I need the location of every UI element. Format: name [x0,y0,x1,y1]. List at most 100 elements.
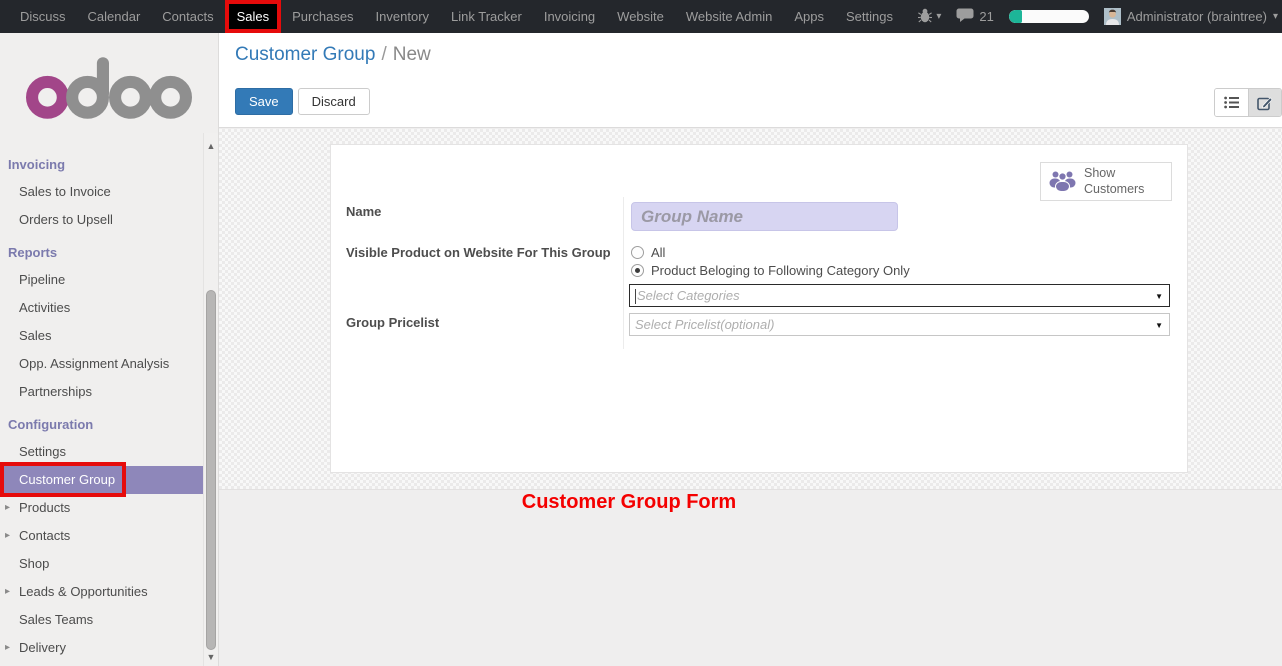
sidebar-item-pipeline[interactable]: Pipeline [0,266,204,294]
nav-item-purchases[interactable]: Purchases [281,0,364,33]
sidebar-item-label: Shop [19,556,49,571]
chevron-down-icon: ▾ [936,11,941,22]
nav-item-apps[interactable]: Apps [783,0,835,33]
visibility-radio-group: All Product Beloging to Following Categor… [631,243,910,279]
pricelist-select[interactable]: Select Pricelist(optional) ▼ [629,313,1170,336]
avatar [1104,8,1121,25]
sidebar-item-label: Products [19,500,70,515]
radio-selected-icon [631,264,644,277]
sidebar-item-label: Sales [19,328,52,343]
breadcrumb-parent[interactable]: Customer Group [235,44,375,65]
group-name-input[interactable] [631,202,898,231]
sidebar-section-configuration: Configuration [0,412,218,438]
scroll-up-icon[interactable]: ▲ [204,139,218,153]
sidebar-item-orders-to-upsell[interactable]: Orders to Upsell [0,206,204,234]
discard-button[interactable]: Discard [298,88,370,115]
nav-item-inventory[interactable]: Inventory [365,0,440,33]
sidebar-item-label: Sales to Invoice [19,184,111,199]
sidebar-item-activities[interactable]: Activities [0,294,204,322]
sidebar-item-contacts[interactable]: ▸ Contacts [0,522,204,550]
sidebar-item-shop[interactable]: Shop [0,550,204,578]
show-customers-label: Show Customers [1084,166,1154,197]
customer-group-form-card: Show Customers Name Visible Product on W… [330,144,1188,473]
user-menu[interactable]: Administrator (braintree) ▾ [1104,8,1278,25]
sidebar-item-products[interactable]: ▸ Products [0,494,204,522]
debug-menu[interactable]: ▾ [918,8,941,26]
nav-item-settings[interactable]: Settings [835,0,904,33]
sidebar-item-label: Orders to Upsell [19,212,113,227]
pricelist-placeholder: Select Pricelist(optional) [635,317,774,332]
nav-item-calendar[interactable]: Calendar [77,0,152,33]
sidebar-item-opp-assignment-analysis[interactable]: Opp. Assignment Analysis [0,350,204,378]
scroll-down-icon[interactable]: ▼ [204,650,218,664]
progress-bar [1009,10,1089,23]
dropdown-caret-icon: ▼ [1155,292,1163,301]
radio-unselected-icon [631,246,644,259]
sidebar-section-reports: Reports [0,240,218,266]
sidebar-item-label: Sales Teams [19,612,93,627]
categories-placeholder: Select Categories [637,288,740,303]
radio-label: All [651,245,665,260]
view-switcher [1214,88,1282,117]
odoo-logo [0,33,218,124]
edit-form-icon [1257,95,1273,111]
sidebar-item-label: Contacts [19,528,70,543]
nav-item-sales[interactable]: Sales [225,0,282,33]
pricelist-field-label: Group Pricelist [346,315,439,330]
control-panel: Customer Group/New Save Discard [219,33,1282,128]
main-area: Customer Group/New Save Discard [219,33,1282,666]
categories-select[interactable]: Select Categories ▼ [629,284,1170,307]
sidebar-item-label: Delivery [19,640,66,655]
messages-menu[interactable]: 21 [956,8,993,26]
form-view-button[interactable] [1248,89,1281,116]
nav-item-discuss[interactable]: Discuss [9,0,77,33]
show-customers-button[interactable]: Show Customers [1040,162,1172,201]
sidebar-item-leads-opportunities[interactable]: ▸Leads & Opportunities [0,578,204,606]
radio-label: Product Beloging to Following Category O… [651,263,910,278]
list-view-button[interactable] [1215,89,1248,116]
breadcrumb: Customer Group/New [235,44,431,66]
progress-fill [1009,10,1023,23]
sidebar-item-sales[interactable]: Sales [0,322,204,350]
visibility-field-label: Visible Product on Website For This Grou… [346,245,611,260]
nav-item-link-tracker[interactable]: Link Tracker [440,0,533,33]
radio-option-product-beloging-to-following-category-only[interactable]: Product Beloging to Following Category O… [631,261,910,279]
customers-group-icon [1049,169,1076,195]
navbar-right: ▾ 21 Administrator (braintree) [918,0,1282,33]
radio-option-all[interactable]: All [631,243,910,261]
top-navbar: DiscussCalendarContactsSalesPurchasesInv… [0,0,1282,33]
sidebar-item-sales-to-invoice[interactable]: Sales to Invoice [0,178,204,206]
sidebar-section-invoicing: Invoicing [0,152,218,178]
sidebar-item-delivery[interactable]: ▸Delivery [0,634,204,662]
sidebar-item-label: Partnerships [19,384,92,399]
sidebar-item-settings[interactable]: Settings [0,438,204,466]
breadcrumb-current: New [393,44,431,65]
sidebar-scrollbar[interactable]: ▲ ▼ [203,133,218,666]
expand-arrow-icon: ▸ [5,494,10,522]
sidebar-item-customer-group[interactable]: Customer Group [0,466,204,494]
top-menu: DiscussCalendarContactsSalesPurchasesInv… [0,0,904,33]
scrollbar-thumb[interactable] [206,290,216,650]
sidebar-item-label: Settings [19,444,66,459]
nav-item-invoicing[interactable]: Invoicing [533,0,606,33]
messages-count: 21 [979,9,993,24]
page-bottom-area: Customer Group Form [219,489,1282,666]
nav-item-website[interactable]: Website [606,0,675,33]
sidebar-item-partnerships[interactable]: Partnerships [0,378,204,406]
chat-bubble-icon [956,8,975,26]
sidebar-item-label: Leads & Opportunities [19,584,148,599]
sidebar-item-label: Activities [19,300,70,315]
sidebar: Invoicing Sales to Invoice Orders to Upsel… [0,33,219,666]
user-label: Administrator (braintree) [1127,9,1267,24]
dropdown-caret-icon: ▼ [1155,321,1163,330]
nav-item-website-admin[interactable]: Website Admin [675,0,783,33]
form-column-separator [623,197,624,349]
expand-arrow-icon: ▸ [5,522,10,550]
nav-item-contacts[interactable]: Contacts [151,0,224,33]
sidebar-item-sales-teams[interactable]: Sales Teams [0,606,204,634]
name-field-label: Name [346,204,381,219]
form-view-background: Show Customers Name Visible Product on W… [219,129,1282,489]
form-buttons: Save Discard [235,88,370,115]
sidebar-item-label: Customer Group [19,472,115,487]
save-button[interactable]: Save [235,88,293,115]
